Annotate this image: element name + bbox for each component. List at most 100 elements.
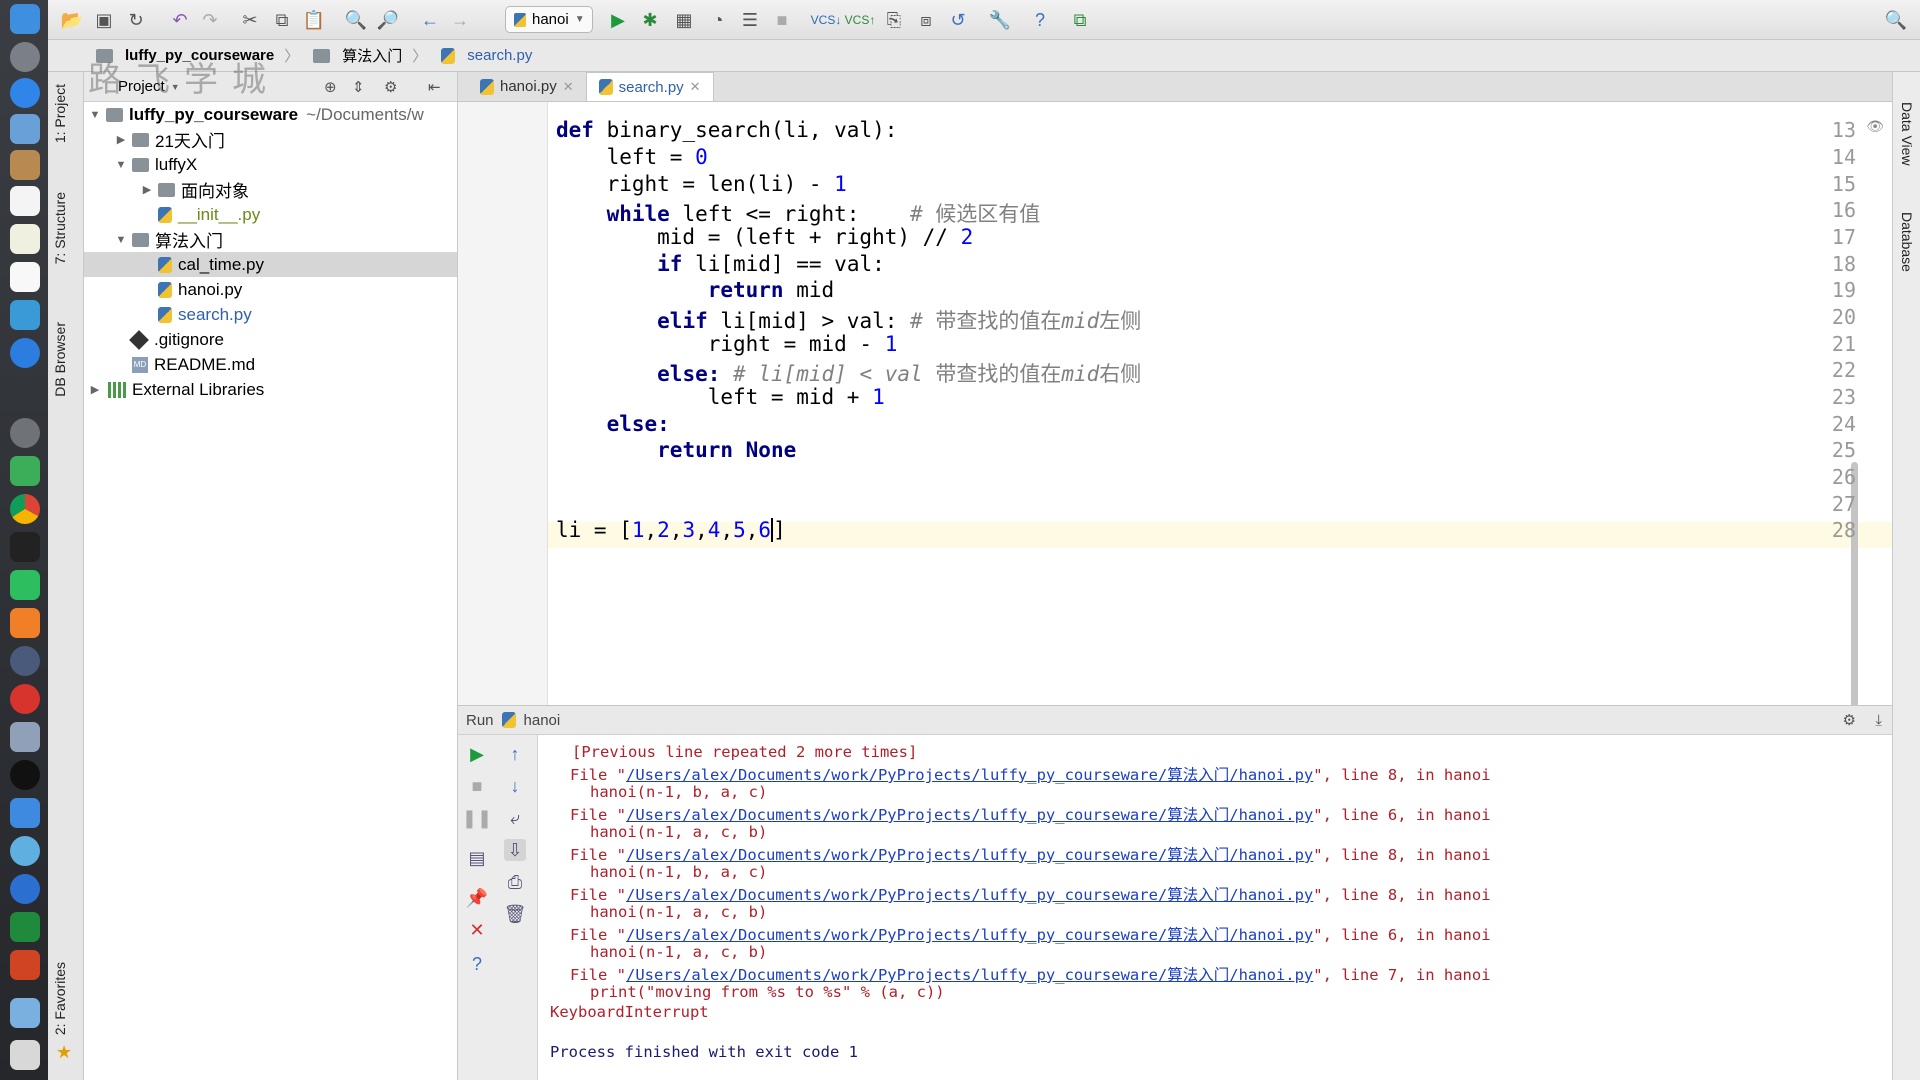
replace-icon[interactable]: 🔎 [376,8,400,32]
search-everywhere-icon[interactable]: 🔍 [1884,8,1908,32]
qq-icon[interactable] [10,760,40,790]
profile-icon[interactable]: ◔ [706,8,730,32]
file-link[interactable]: /Users/alex/Documents/work/PyProjects/lu… [626,886,1313,904]
tree-item-oop[interactable]: ▶ 面向对象 [84,177,457,202]
compare-icon[interactable]: ⧈ [914,8,938,32]
close-icon[interactable]: ✕ [466,919,488,941]
forward-icon[interactable]: → [448,8,472,32]
tree-item-init-py[interactable]: __init__.py [84,202,457,227]
chevron-down-icon[interactable]: ▼ [88,109,102,121]
stop-icon[interactable]: ■ [770,8,794,32]
collapse-icon[interactable]: ⇕ [352,78,365,96]
file-link[interactable]: /Users/alex/Documents/work/PyProjects/lu… [626,806,1313,824]
ev-recorder-icon[interactable] [10,684,40,714]
chevron-right-icon[interactable]: ▶ [140,183,154,196]
system-preferences-icon[interactable] [10,418,40,448]
tree-item-luffyx[interactable]: ▼ luffyX [84,152,457,177]
downloads-icon[interactable] [10,998,40,1028]
tree-item-algorithms[interactable]: ▼ 算法入门 [84,227,457,252]
evernote-icon[interactable] [10,570,40,600]
launchpad-icon[interactable] [10,42,40,72]
hide-panel-icon[interactable]: ⇤ [428,78,441,96]
numbers-icon[interactable] [10,456,40,486]
breadcrumb-folder[interactable]: 算法入门 [309,45,412,66]
tree-item-21-days[interactable]: ▶ 21天入门 [84,127,457,152]
quicktime-icon[interactable] [10,646,40,676]
revert-icon[interactable]: ↺ [946,8,970,32]
sublime-text-icon[interactable] [10,608,40,638]
redo-icon[interactable]: ↷ [198,8,222,32]
tab-data-view-tool[interactable]: Data View [1899,102,1915,166]
run-icon[interactable]: ▶ [606,8,630,32]
undo-icon[interactable]: ↶ [168,8,192,32]
breadcrumb-file[interactable]: search.py [437,47,542,64]
tab-hanoi-py[interactable]: hanoi.py ✕ [468,72,586,101]
calendar-icon[interactable] [10,186,40,216]
terminal-icon[interactable] [10,532,40,562]
preview-icon[interactable] [10,114,40,144]
trash-icon[interactable] [10,1040,40,1070]
run-console[interactable]: [Previous line repeated 2 more times] Fi… [538,735,1892,1080]
tree-item-external-libraries[interactable]: ▶ External Libraries [84,377,457,402]
vcs-update-icon[interactable]: VCS↓ [811,8,842,32]
network-icon[interactable] [10,836,40,866]
tree-item-hanoi-py[interactable]: hanoi.py [84,277,457,302]
trash-icon[interactable]: 🗑 [504,903,527,925]
tab-project-tool[interactable]: 1: Project [52,84,68,143]
copy-icon[interactable]: ⧉ [270,8,294,32]
sync-icon[interactable]: ↻ [124,8,148,32]
target-icon[interactable]: ⊕ [324,78,337,96]
tab-database-tool[interactable]: Database [1899,212,1915,272]
run-config-name[interactable]: hanoi [524,712,561,729]
vcs-history-icon[interactable]: ⎘ [882,8,906,32]
chevron-down-icon[interactable]: ▼ [114,159,128,171]
code-editor[interactable]: 👁 13 14 15 16 17 18 19 20 21 22 23 24 25… [458,102,1892,802]
eye-icon[interactable]: 👁 [1866,118,1884,135]
chevron-right-icon[interactable]: ▶ [88,383,102,396]
gear-icon[interactable]: ⚙ [1843,711,1856,729]
tree-item-gitignore[interactable]: .gitignore [84,327,457,352]
layout-icon[interactable]: ▤ [466,847,488,869]
close-icon[interactable]: ✕ [563,79,574,95]
powerpoint-icon[interactable] [10,950,40,980]
save-icon[interactable]: ▣ [92,8,116,32]
help-icon[interactable]: ? [466,953,488,975]
gear-icon[interactable]: ⚙ [384,78,397,96]
pin-icon[interactable]: 📌 [466,887,488,909]
pause-icon[interactable]: ❚❚ [462,807,492,829]
rerun-icon[interactable]: ▶ [466,743,488,765]
debug-icon[interactable]: ✱ [638,8,662,32]
arrow-up-icon[interactable]: ↑ [504,743,526,765]
settings-tools-icon[interactable]: 🔧 [988,8,1012,32]
reminders-icon[interactable] [10,262,40,292]
file-link[interactable]: /Users/alex/Documents/work/PyProjects/lu… [626,846,1313,864]
notes-icon[interactable] [10,150,40,180]
finder-icon[interactable] [10,4,40,34]
concurrency-icon[interactable]: ☰ [738,8,762,32]
tab-favorites-tool[interactable]: 2: Favorites [52,962,68,1035]
appstore-2-icon[interactable] [10,874,40,904]
close-icon[interactable]: ✕ [690,79,701,95]
chevron-right-icon[interactable]: ▶ [114,133,128,146]
tab-structure-tool[interactable]: 7: Structure [52,192,68,264]
paste-icon[interactable]: 📋 [302,8,326,32]
chevron-down-icon[interactable]: ▼ [114,234,128,246]
file-link[interactable]: /Users/alex/Documents/work/PyProjects/lu… [626,766,1313,784]
open-folder-icon[interactable]: 📂 [60,8,84,32]
tree-item-cal-time-py[interactable]: cal_time.py [84,252,457,277]
pycharm-icon[interactable] [10,912,40,942]
file-link[interactable]: /Users/alex/Documents/work/PyProjects/lu… [626,926,1313,944]
vcs-commit-icon[interactable]: VCS↑ [845,8,876,32]
arrow-down-icon[interactable]: ↓ [504,775,526,797]
soft-wrap-icon[interactable]: ⤶ [504,807,526,829]
tree-item-search-py[interactable]: search.py [84,302,457,327]
cut-icon[interactable]: ✂ [238,8,262,32]
keynote-icon[interactable] [10,300,40,330]
tab-db-browser-tool[interactable]: DB Browser [52,322,68,397]
print-icon[interactable]: ⎙ [504,871,526,893]
app-store-icon[interactable] [10,338,40,368]
chrome-icon[interactable] [10,494,40,524]
plugin-icon[interactable]: ⧉ [1068,8,1092,32]
xcode-icon[interactable] [10,798,40,828]
safari-icon[interactable] [10,78,40,108]
